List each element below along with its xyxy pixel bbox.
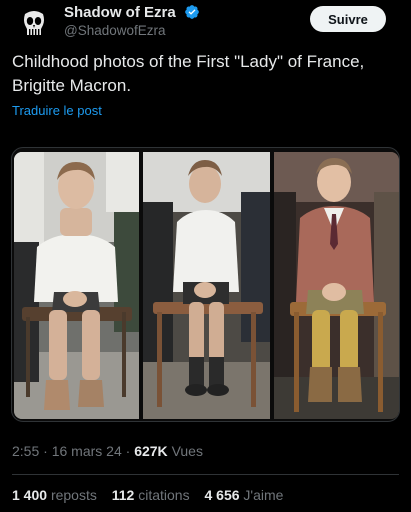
views-count: 627K [134,443,168,459]
seated-boy-photo-2-image [143,152,270,419]
quotes-label: citations [138,487,190,503]
verified-badge-icon [185,5,199,19]
tweet-date[interactable]: 16 mars 24 [52,443,122,459]
quotes-stat[interactable]: 112 citations [112,487,190,503]
punisher-skull-icon [12,2,56,46]
meta-separator: · [43,443,48,459]
photo-2[interactable] [143,152,270,419]
author-avatar[interactable] [12,2,56,46]
seated-boy-photo-1-image [14,152,139,419]
follow-button[interactable]: Suivre [310,6,386,32]
translate-post-link[interactable]: Traduire le post [12,103,102,118]
tweet-stats: 1 400 reposts 112 citations 4 656 J'aime [12,487,294,503]
quotes-count: 112 [111,487,135,503]
likes-stat[interactable]: 4 656 J'aime [204,487,283,503]
meta-separator: · [125,443,131,459]
media-grid [11,147,400,422]
seated-boy-photo-3-image [274,152,399,419]
views-label: Vues [171,443,203,459]
tweet-time[interactable]: 2:55 [12,443,39,459]
likes-label: J'aime [243,487,284,503]
divider [12,474,399,475]
author-display-name[interactable]: Shadow of Ezra [64,4,176,21]
tweet-header: Shadow of Ezra @ShadowofEzra Suivre [12,0,400,48]
reposts-stat[interactable]: 1 400 reposts [12,487,97,503]
tweet-text: Childhood photos of the First "Lady" of … [12,52,365,95]
author-handle[interactable]: @ShadowofEzra [64,23,166,38]
reposts-label: reposts [50,487,97,503]
reposts-count: 1 400 [12,487,48,503]
photo-1[interactable] [14,152,139,419]
likes-count: 4 656 [204,487,240,503]
photo-3[interactable] [274,152,399,419]
tweet-meta: 2:55 · 16 mars 24 · 627K Vues [12,443,203,459]
